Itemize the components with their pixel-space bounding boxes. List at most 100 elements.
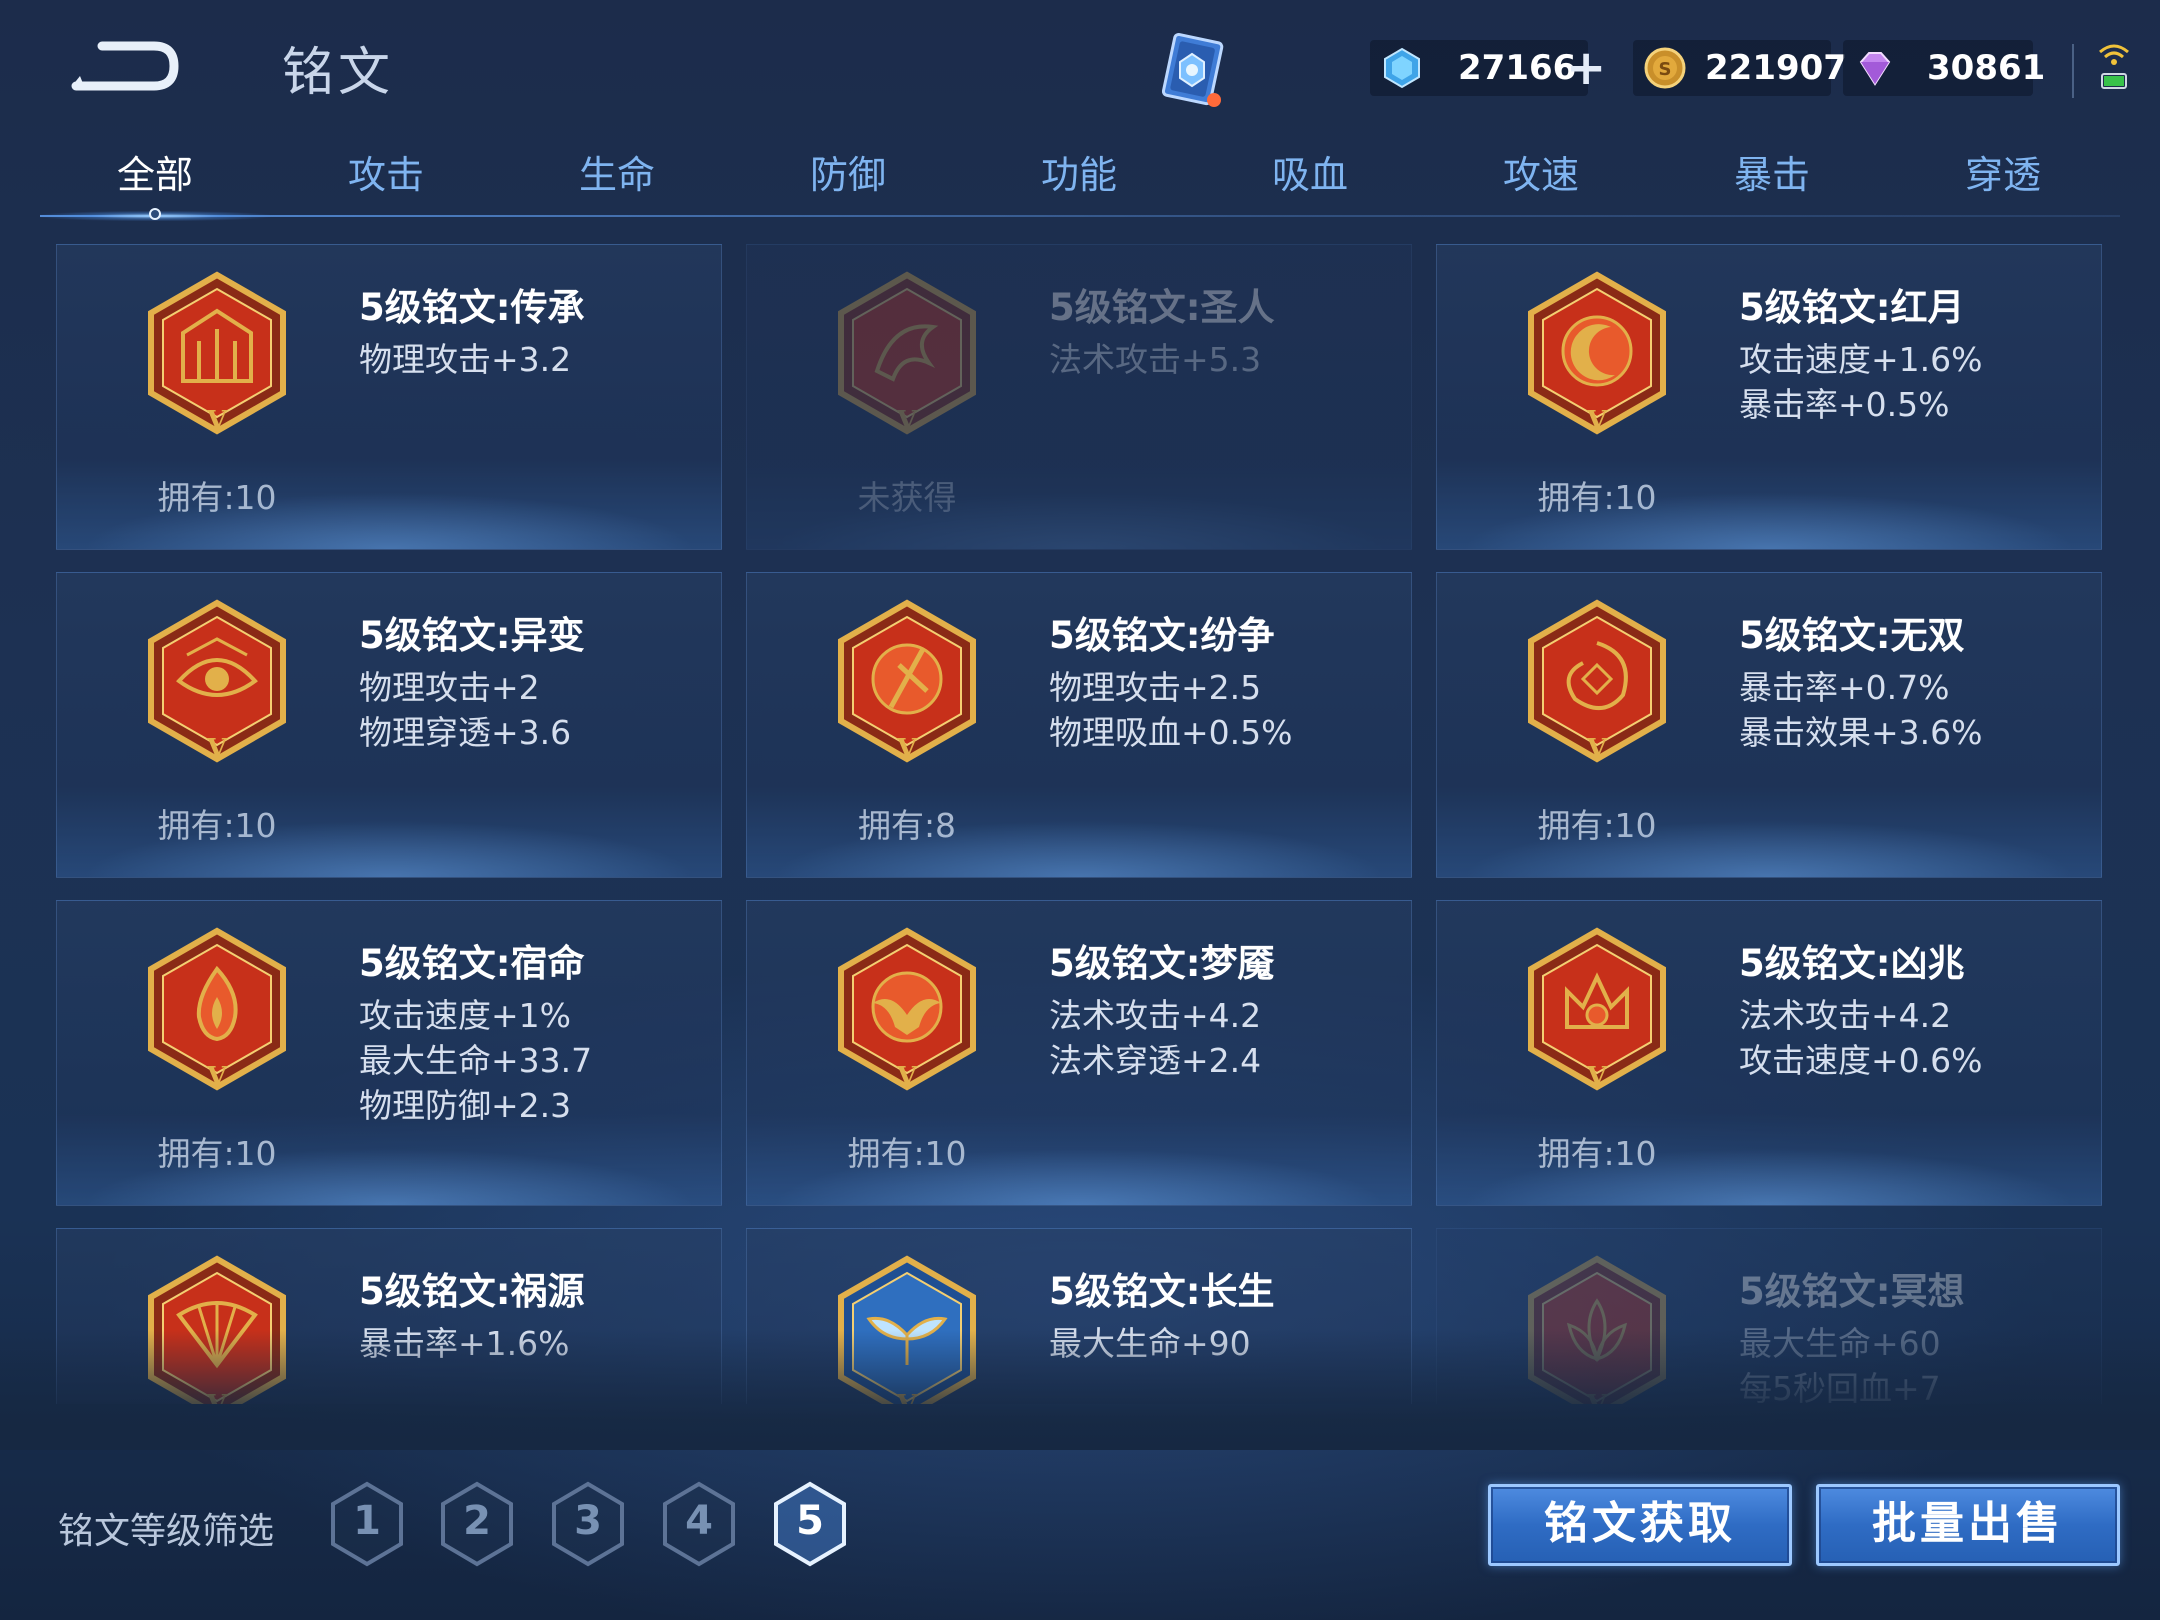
inscription-name: 5级铭文:梦魇 xyxy=(1049,942,1275,985)
tab-attack[interactable]: 攻击 xyxy=(271,145,501,215)
owned-count: 拥有:10 xyxy=(847,1134,967,1173)
inscription-stat: 攻击速度+1% xyxy=(359,996,572,1035)
tab-lifesteal[interactable]: 吸血 xyxy=(1195,145,1425,215)
owned-count: 拥有:8 xyxy=(857,806,957,845)
crown-emblem-icon: V xyxy=(1523,927,1671,1097)
svg-text:V: V xyxy=(206,406,228,436)
tab-health[interactable]: 生命 xyxy=(502,145,732,215)
tab-defense[interactable]: 防御 xyxy=(733,145,963,215)
inscription-book-icon[interactable] xyxy=(1148,28,1236,116)
page-title: 铭文 xyxy=(282,43,395,103)
inscription-name: 5级铭文:传承 xyxy=(359,286,585,329)
inscription-name: 5级铭文:凶兆 xyxy=(1739,942,1965,985)
svg-text:V: V xyxy=(1586,734,1608,764)
tab-attack-speed[interactable]: 攻速 xyxy=(1426,145,1656,215)
owned-count: 拥有:10 xyxy=(157,806,277,845)
wifi-battery-status-icon xyxy=(2099,44,2129,89)
top-bar: 铭文 27166 + S 221907 30861 xyxy=(0,0,2160,140)
crystal-icon xyxy=(1384,47,1420,89)
inscription-stat: 攻击速度+1.6% xyxy=(1739,340,1983,379)
inscription-name: 5级铭文:无双 xyxy=(1739,614,1965,657)
category-tabs: 全部 攻击 生命 防御 功能 吸血 攻速 暴击 穿透 xyxy=(40,145,2120,225)
inscription-stat: 暴击率+1.6% xyxy=(359,1324,570,1363)
level-filter-1-button[interactable]: 1 xyxy=(328,1480,406,1568)
gold-coin-icon: S xyxy=(1644,47,1686,89)
level-filter-label: 4 xyxy=(685,1498,713,1544)
owned-count: 未获得 xyxy=(857,478,957,517)
svg-text:V: V xyxy=(206,1390,228,1404)
inscription-card[interactable]: V 5级铭文:凶兆 法术攻击+4.2 攻击速度+0.6% 拥有:10 xyxy=(1436,900,2102,1206)
owned-count: 拥有:10 xyxy=(1537,806,1657,845)
level-filter-3-button[interactable]: 3 xyxy=(549,1480,627,1568)
tab-utility[interactable]: 功能 xyxy=(964,145,1194,215)
vortex-emblem-icon: V xyxy=(1523,599,1671,769)
level-filter-label: 3 xyxy=(574,1498,602,1544)
eye-emblem-icon: V xyxy=(143,599,291,769)
level-filter-2-button[interactable]: 2 xyxy=(438,1480,516,1568)
level-filter-label: 5 xyxy=(796,1498,824,1544)
inscription-card[interactable]: V 5级铭文:异变 物理攻击+2 物理穿透+3.6 拥有:10 xyxy=(56,572,722,878)
inscription-card[interactable]: V 5级铭文:传承 物理攻击+3.2 拥有:10 xyxy=(56,244,722,550)
inscription-name: 5级铭文:异变 xyxy=(359,614,585,657)
gem-count: 30861 xyxy=(1927,48,2046,88)
owned-count: 拥有:10 xyxy=(157,1134,277,1173)
topbar-divider xyxy=(2072,44,2074,98)
blade-emblem-icon: V xyxy=(833,599,981,769)
svg-text:V: V xyxy=(1586,406,1608,436)
inscription-card[interactable]: V 5级铭文:宿命 攻击速度+1% 最大生命+33.7 物理防御+2.3 拥有:10 xyxy=(56,900,722,1206)
svg-text:V: V xyxy=(896,1062,918,1092)
svg-text:V: V xyxy=(896,734,918,764)
level-filter-4-button[interactable]: 4 xyxy=(660,1480,738,1568)
inscription-stat: 物理攻击+2 xyxy=(359,668,540,707)
inscription-stat: 物理防御+2.3 xyxy=(359,1086,572,1125)
inscription-stat: 暴击率+0.5% xyxy=(1739,385,1950,424)
svg-text:V: V xyxy=(1586,1062,1608,1092)
tab-all[interactable]: 全部 xyxy=(40,145,270,215)
inscription-name: 5级铭文:长生 xyxy=(1049,1270,1275,1313)
gold-currency: S 221907 xyxy=(1633,40,1847,96)
svg-text:S: S xyxy=(1659,59,1672,80)
inscription-card[interactable]: V 5级铭文:冥想最大生命+60 每5秒回血+7 xyxy=(1436,1228,2102,1404)
diamond-gem-icon xyxy=(1859,52,1891,86)
svg-text:V: V xyxy=(206,1062,228,1092)
sword-gate-emblem-icon: V xyxy=(143,271,291,441)
lotus-emblem-icon: V xyxy=(1523,1255,1671,1404)
inscription-stat: 法术攻击+4.2 xyxy=(1049,996,1262,1035)
inscription-name: 5级铭文:祸源 xyxy=(359,1270,585,1313)
tab-critical[interactable]: 暴击 xyxy=(1657,145,1887,215)
gold-count: 221907 xyxy=(1705,48,1847,88)
inscription-card[interactable]: V 5级铭文:祸源暴击率+1.6% xyxy=(56,1228,722,1404)
inscription-stat: 物理吸血+0.5% xyxy=(1049,713,1293,752)
inscription-stat: 攻击速度+0.6% xyxy=(1739,1041,1983,1080)
svg-text:V: V xyxy=(896,1390,918,1404)
tab-penetration[interactable]: 穿透 xyxy=(1888,145,2118,215)
svg-text:V: V xyxy=(1586,1390,1608,1404)
inscription-stat: 法术攻击+4.2 xyxy=(1739,996,1952,1035)
add-currency-plus-icon[interactable]: + xyxy=(1566,44,1606,92)
inscription-card[interactable]: V 5级铭文:长生最大生命+90 xyxy=(746,1228,1412,1404)
inscription-name: 5级铭文:圣人 xyxy=(1049,286,1275,329)
inscription-card[interactable]: V 5级铭文:红月攻击速度+1.6% 暴击率+0.5% 拥有:10 xyxy=(1436,244,2102,550)
owned-count: 拥有:10 xyxy=(1537,478,1657,517)
whale-tail-emblem-icon: V xyxy=(833,1255,981,1404)
wings-emblem-icon: V xyxy=(833,927,981,1097)
level-filter-5-button[interactable]: 5 xyxy=(771,1480,849,1568)
level-filter-label: 1 xyxy=(353,1498,381,1544)
inscription-name: 5级铭文:纷争 xyxy=(1049,614,1275,657)
back-arrow-icon[interactable] xyxy=(62,30,182,100)
level-filter-label: 铭文等级筛选 xyxy=(58,1511,275,1552)
inscription-stat: 最大生命+33.7 xyxy=(359,1041,593,1080)
crescent-moon-emblem-icon: V xyxy=(1523,271,1671,441)
acquire-inscription-button[interactable]: 铭文获取 xyxy=(1488,1484,1792,1566)
active-tab-dot xyxy=(149,208,161,220)
inscription-card[interactable]: V 5级铭文:圣人 法术攻击+5.3 未获得 xyxy=(746,244,1412,550)
inscription-grid: V 5级铭文:传承 物理攻击+3.2 拥有:10 V 5级铭文:圣人 法术攻击+5.3 未获得… xyxy=(56,244,2104,1404)
inscription-card[interactable]: V 5级铭文:梦魇 法术攻击+4.2 法术穿透+2.4 拥有:10 xyxy=(746,900,1412,1206)
inscription-card[interactable]: V 5级铭文:纷争物理攻击+2.5 物理吸血+0.5% 拥有:8 xyxy=(746,572,1412,878)
inscription-name: 5级铭文:红月 xyxy=(1739,286,1965,329)
bulk-sell-button[interactable]: 批量出售 xyxy=(1816,1484,2120,1566)
inscription-stat: 物理攻击+2.5 xyxy=(1049,668,1262,707)
inscription-stat: 暴击效果+3.6% xyxy=(1739,713,1983,752)
dragon-emblem-icon: V xyxy=(833,271,981,441)
inscription-card[interactable]: V 5级铭文:无双 暴击率+0.7% 暴击效果+3.6% 拥有:10 xyxy=(1436,572,2102,878)
